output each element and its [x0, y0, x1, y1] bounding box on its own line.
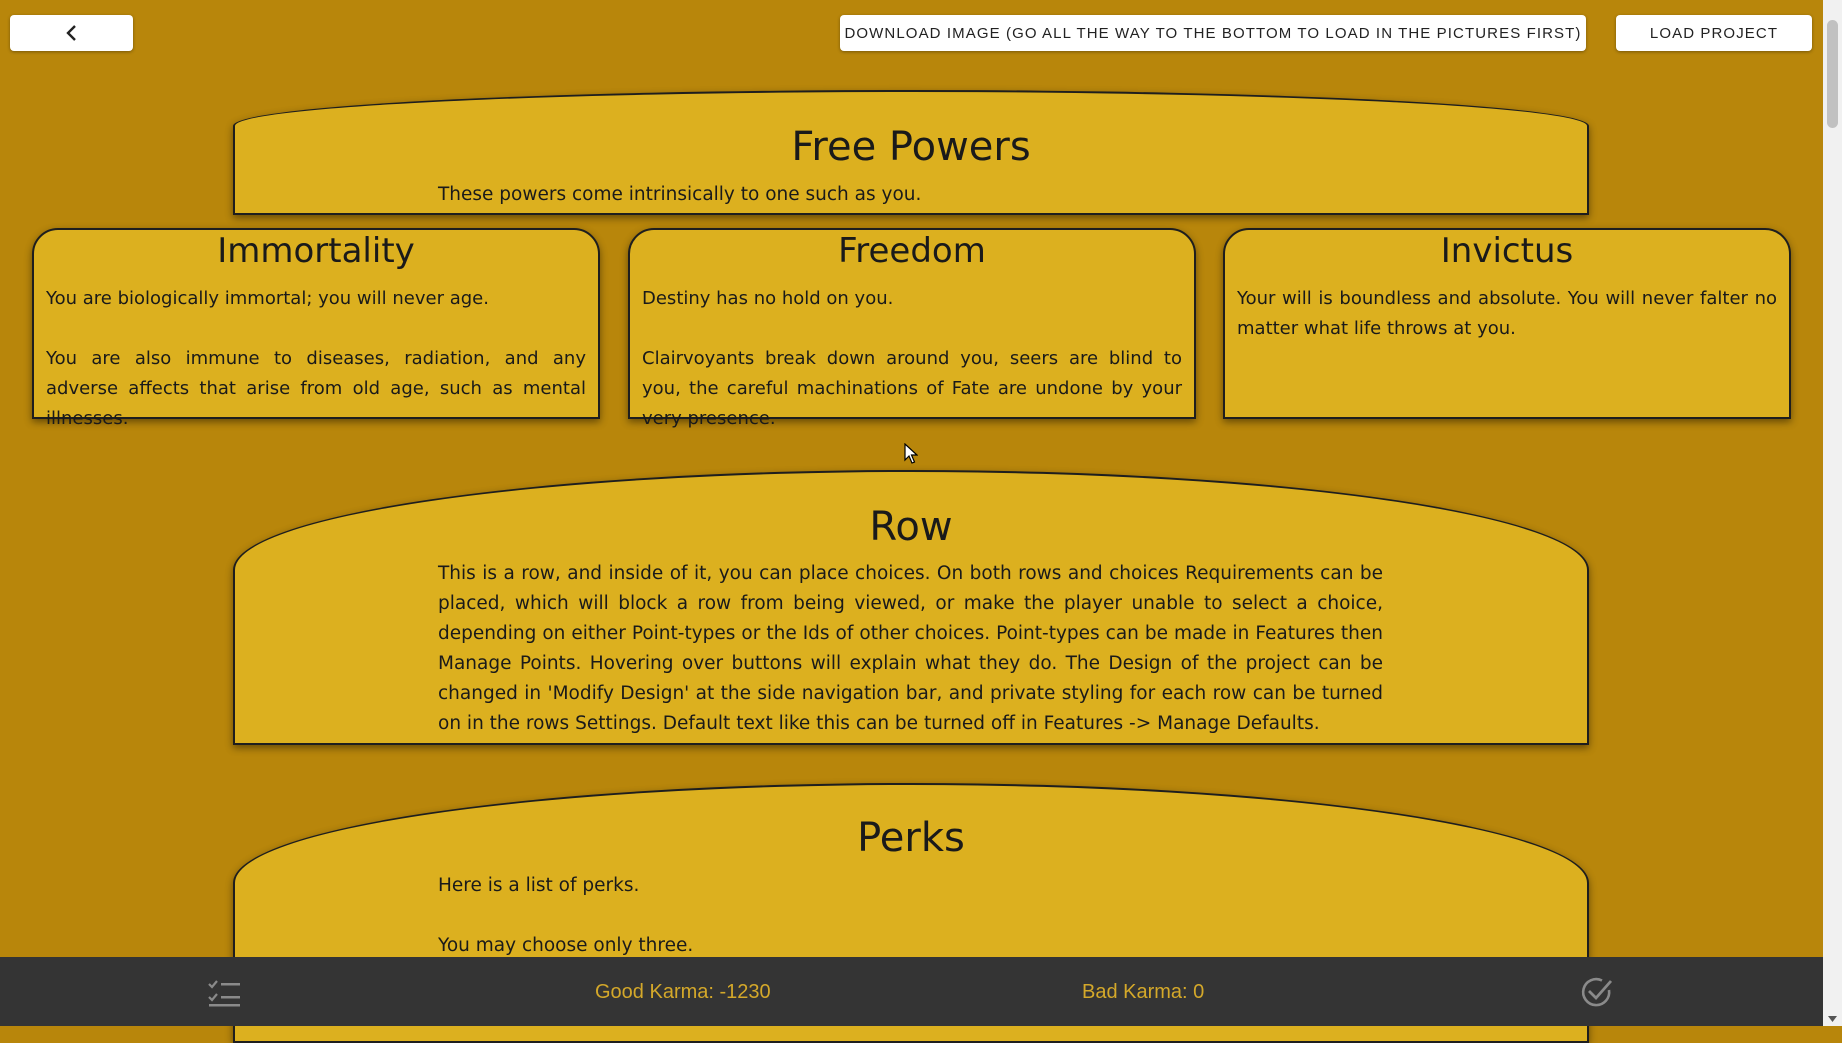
row-free-powers: Free Powers These powers come intrinsica…: [233, 90, 1589, 215]
load-project-button[interactable]: LOAD PROJECT: [1616, 15, 1812, 51]
chevron-left-icon: [65, 25, 76, 41]
bad-karma-value: Bad Karma: 0: [1082, 981, 1205, 1003]
vertical-scrollbar[interactable]: [1823, 0, 1842, 1026]
choice-description: Your will is boundless and absolute. You…: [1237, 288, 1777, 339]
choice-card-invictus[interactable]: Invictus Your will is boundless and abso…: [1223, 228, 1791, 419]
checklist-icon[interactable]: [207, 977, 241, 1007]
back-button[interactable]: [10, 15, 133, 51]
scroll-down-arrow-icon[interactable]: [1828, 1016, 1837, 1022]
download-image-button[interactable]: DOWNLOAD IMAGE (GO ALL THE WAY TO THE BO…: [840, 15, 1586, 51]
choice-title: Invictus: [1440, 231, 1574, 271]
row-default: Row This is a row, and inside of it, you…: [233, 470, 1589, 745]
row-description: These powers come intrinsically to one s…: [438, 184, 922, 205]
choice-title: Immortality: [217, 231, 415, 271]
choice-title: Freedom: [838, 231, 986, 271]
mouse-cursor-icon: [904, 443, 918, 464]
check-circle-icon[interactable]: [1580, 975, 1614, 1009]
points-bar: Good Karma: -1230 Bad Karma: 0: [0, 957, 1823, 1026]
good-karma-value: Good Karma: -1230: [595, 981, 771, 1003]
row-description: This is a row, and inside of it, you can…: [438, 563, 1383, 734]
choice-card-freedom[interactable]: Freedom Destiny has no hold on you. Clai…: [628, 228, 1196, 429]
choice-description: You are biologically immortal; you will …: [46, 288, 586, 429]
row-title: Free Powers: [791, 124, 1031, 170]
row-description-line1: Here is a list of perks.: [438, 875, 640, 896]
row-title: Perks: [857, 815, 965, 861]
choice-description: Destiny has no hold on you. Clairvoyants…: [642, 288, 1182, 429]
choice-card-immortality[interactable]: Immortality You are biologically immorta…: [32, 228, 600, 429]
scrollbar-thumb[interactable]: [1827, 20, 1838, 128]
row-title: Row: [869, 504, 953, 550]
